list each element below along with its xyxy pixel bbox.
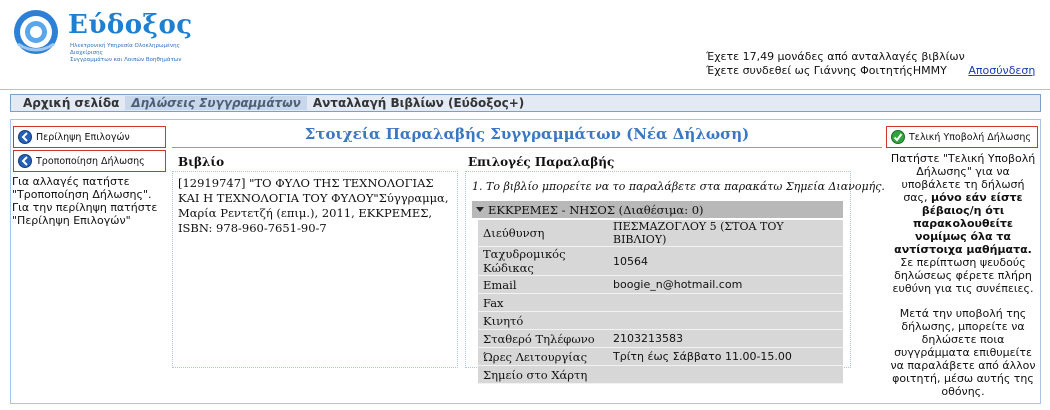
table-row: Σημείο στο Χάρτη (478, 365, 843, 384)
table-row: Σταθερό Τηλέφωνο 2103213583 (478, 329, 843, 348)
options-column-header: Επιλογές Παραλαβής (468, 155, 615, 169)
page-title: Στοιχεία Παραλαβής Συγγραμμάτων (Νέα Δήλ… (304, 125, 750, 143)
eudoxus-logo[interactable]: Εύδοξος Ηλεκτρονική Υπηρεσία Ολοκληρωμέν… (10, 6, 192, 66)
arrow-left-icon (18, 154, 32, 168)
logged-in-text: Έχετε συνδεθεί ως Γιάννης ΦοιτητήςΗΜΜΥ (706, 64, 947, 77)
final-submit-label: Τελική Υποβολή Δήλωσης (909, 131, 1032, 143)
account-info: Έχετε 17,49 μονάδες από ανταλλαγές βιβλί… (706, 50, 1035, 78)
book-column-header: Βιβλίο (178, 155, 225, 169)
detail-value: 10564 (608, 246, 843, 276)
map-link[interactable] (608, 365, 843, 384)
submit-instructions: Πατήστε "Τελική Υποβολή Δήλωσης" για να … (888, 152, 1038, 410)
table-row: Email boogie_n@hotmail.com (478, 275, 843, 294)
book-cell: [12919747] "ΤΟ ΦΥΛΟ ΤΗΣ ΤΕΧΝΟΛΟΓΙΑΣ ΚΑΙ … (172, 171, 458, 368)
nav-book-exchange[interactable]: Ανταλλαγή Βιβλίων (Εύδοξος+) (307, 96, 530, 110)
final-submit-button[interactable]: Τελική Υποβολή Δήλωσης (886, 126, 1038, 148)
summary-button-label: Περίληψη Επιλογών (36, 131, 130, 143)
detail-value: ΠΕΣΜΑΖΟΓΛΟΥ 5 (ΣΤΟΑ ΤΟΥ ΒΙΒΛΙΟΥ) (608, 220, 843, 247)
main-nav: Αρχική σελίδα Δηλώσεις Συγγραμμάτων Αντα… (10, 94, 1041, 112)
nav-home[interactable]: Αρχική σελίδα (17, 96, 125, 110)
pickup-point-header[interactable]: ΕΚΚΡΕΜΕΣ - ΝΗΣΟΣ (Διαθέσιμα: 0) (472, 201, 843, 218)
detail-value: boogie_n@hotmail.com (608, 275, 843, 294)
credits-text: Έχετε 17,49 μονάδες από ανταλλαγές βιβλί… (706, 50, 965, 63)
pickup-point-name: ΕΚΚΡΕΜΕΣ - ΝΗΣΟΣ (Διαθέσιμα: 0) (488, 202, 704, 217)
nav-book-declarations[interactable]: Δηλώσεις Συγγραμμάτων (125, 96, 307, 110)
book-description: [12919747] "ΤΟ ΦΥΛΟ ΤΗΣ ΤΕΧΝΟΛΟΓΙΑΣ ΚΑΙ … (178, 176, 449, 235)
detail-label: Σημείο στο Χάρτη (478, 365, 608, 384)
detail-value (608, 311, 843, 330)
header: Εύδοξος Ηλεκτρονική Υπηρεσία Ολοκληρωμέν… (0, 0, 1050, 92)
table-row: Ώρες Λειτουργίας Τρίτη έως Σάββατο 11.00-… (478, 347, 843, 366)
submit-instructions-liability: Σε περίπτωση ψευδούς δηλώσεως φέρετε πλή… (892, 256, 1034, 295)
left-help-text: Για αλλαγές πατήστε "Τροποποίηση Δήλωσης… (12, 175, 158, 227)
detail-label: Σταθερό Τηλέφωνο (478, 329, 608, 348)
detail-value: Τρίτη έως Σάββατο 11.00-15.00 (608, 347, 843, 366)
summary-button[interactable]: Περίληψη Επιλογών (13, 126, 166, 148)
pickup-options-cell: 1. Το βιβλίο μπορείτε να το παραλάβετε σ… (465, 171, 885, 384)
table-row: Ταχυδρομικός Κώδικας 10564 (478, 246, 843, 276)
pickup-details-table: Διεύθυνση ΠΕΣΜΑΖΟΓΛΟΥ 5 (ΣΤΟΑ ΤΟΥ ΒΙΒΛΙΟΥ… (478, 220, 843, 384)
logout-link[interactable]: Αποσύνδεση (968, 64, 1035, 77)
detail-label: Ώρες Λειτουργίας (478, 347, 608, 366)
title-divider (172, 147, 882, 148)
header-divider (0, 89, 1050, 90)
detail-value: 2103213583 (608, 329, 843, 348)
checkmark-icon (891, 130, 905, 144)
table-row: Fax (478, 293, 843, 312)
after-submit-text: Μετά την υποβολή της δήλωσης, μπορείτε ν… (890, 307, 1036, 398)
brand-name: Εύδοξος (68, 10, 193, 40)
brand-tagline: Ηλεκτρονική Υπηρεσία Ολοκληρωμένης Διαχε… (70, 43, 182, 63)
edit-declaration-label: Τροποποίηση Δήλωσης (36, 155, 145, 167)
detail-label: Fax (478, 293, 608, 312)
table-row: Κινητό (478, 311, 843, 330)
detail-label: Διεύθυνση (478, 220, 608, 247)
table-row: Διεύθυνση ΠΕΣΜΑΖΟΓΛΟΥ 5 (ΣΤΟΑ ΤΟΥ ΒΙΒΛΙΟΥ… (478, 220, 843, 247)
collapse-triangle-icon (476, 207, 484, 212)
detail-label: Email (478, 275, 608, 294)
detail-value (608, 293, 843, 312)
detail-label: Κινητό (478, 311, 608, 330)
pickup-note: 1. Το βιβλίο μπορείτε να το παραλάβετε σ… (472, 180, 885, 193)
arrow-left-icon (18, 130, 32, 144)
detail-label: Ταχυδρομικός Κώδικας (478, 246, 608, 276)
edit-declaration-button[interactable]: Τροποποίηση Δήλωσης (13, 150, 166, 172)
eudoxus-logo-icon (14, 10, 58, 54)
